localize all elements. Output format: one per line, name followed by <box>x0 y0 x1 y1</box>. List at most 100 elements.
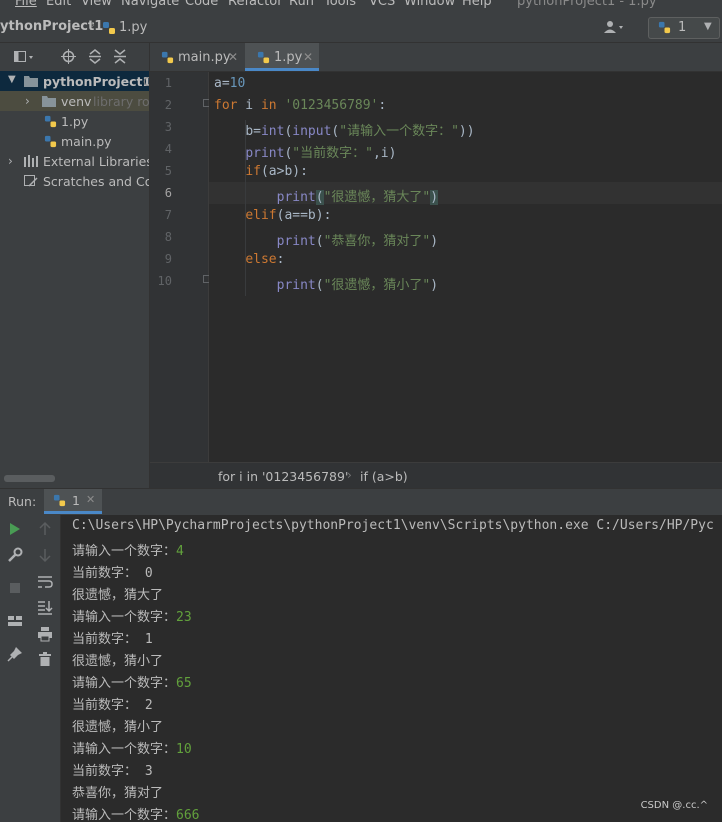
line-number: 4 <box>164 142 172 156</box>
code-token: "恭喜你，猜对了" <box>323 234 431 249</box>
soft-wrap-icon[interactable] <box>37 574 53 590</box>
code-token: : <box>276 252 285 267</box>
layout-icon[interactable] <box>7 613 23 629</box>
console-text: 请输入一个数字： <box>72 544 177 559</box>
python-file-icon <box>44 115 57 131</box>
run-tab[interactable]: 1 ✕ <box>44 489 102 514</box>
menu-window[interactable]: Window <box>404 0 455 9</box>
run-config-dropdown[interactable]: 1 ▼ <box>648 17 720 39</box>
menu-refactor[interactable]: Refactor <box>228 0 283 9</box>
close-icon[interactable]: ✕ <box>303 50 313 64</box>
line-number: 6 <box>164 186 172 200</box>
external-libraries-label: External Libraries <box>43 154 149 169</box>
stop-icon[interactable] <box>7 580 23 596</box>
line-number: 8 <box>164 230 172 244</box>
horizontal-scrollbar[interactable] <box>4 475 55 482</box>
console-input: 4 <box>176 544 184 559</box>
run-toolbar-secondary <box>30 515 61 822</box>
menu-tools[interactable]: Tools <box>324 0 356 9</box>
project-root-label: pythonProject1 <box>43 74 149 89</box>
tree-item-scratches[interactable]: Scratches and Cor <box>0 171 149 191</box>
code-token: "很遗憾，猜小了" <box>323 278 431 293</box>
menu-edit[interactable]: Edit <box>46 0 71 9</box>
close-icon[interactable]: ✕ <box>228 50 238 64</box>
code-token: elif <box>245 208 277 223</box>
code-line: for i in '0123456789': <box>214 98 386 113</box>
line-number: 1 <box>164 76 172 90</box>
python-file-icon <box>44 135 57 151</box>
console-line: 请输入一个数字：65 <box>72 672 192 691</box>
console-line: 当前数字： 1 <box>72 628 153 647</box>
console-line: 当前数字： 2 <box>72 694 153 713</box>
code-token: print <box>276 190 316 205</box>
down-arrow-icon[interactable] <box>37 547 53 563</box>
code-token: ) <box>430 190 439 205</box>
tab-1-py[interactable]: 1.py ✕ <box>245 43 319 71</box>
scroll-to-end-icon[interactable] <box>37 599 53 615</box>
code-token: for <box>214 98 238 113</box>
line-number: 9 <box>164 252 172 266</box>
tree-item-venv[interactable]: › venv library roo <box>0 91 149 111</box>
console-line: 恭喜你，猜对了 <box>72 782 163 801</box>
menu-navigate[interactable]: Navigate <box>121 0 179 9</box>
up-arrow-icon[interactable] <box>37 521 53 537</box>
wrench-icon[interactable] <box>7 547 23 563</box>
pin-icon[interactable] <box>7 646 23 662</box>
locate-icon[interactable] <box>61 49 76 67</box>
code-token: ) <box>430 278 439 293</box>
print-icon[interactable] <box>37 626 53 642</box>
venv-hint: library roo <box>93 94 149 109</box>
tab-main-py[interactable]: main.py ✕ <box>150 43 244 71</box>
collapse-all-icon[interactable] <box>113 49 127 67</box>
code-token: 10 <box>229 76 246 91</box>
tab-label: main.py <box>178 50 231 65</box>
code-token: ,i) <box>372 146 397 161</box>
tree-item-project-root[interactable]: ▼ pythonProject1 C <box>0 71 149 91</box>
console-line: 请输入一个数字：23 <box>72 606 192 625</box>
user-icon[interactable] <box>604 20 626 37</box>
tree-item-external-libraries[interactable]: › External Libraries <box>0 151 149 171</box>
code-line: print("当前数字：",i) <box>214 142 396 161</box>
tree-item-file[interactable]: 1.py <box>0 111 149 131</box>
menu-vcs[interactable]: VCS <box>369 0 395 9</box>
console-line: 很遗憾，猜大了 <box>72 584 163 603</box>
folder-icon <box>42 95 56 110</box>
menu-code[interactable]: Code <box>185 0 218 9</box>
breadcrumb-item-for[interactable]: for i in '0123456789' <box>218 469 348 484</box>
console-text: 很遗憾，猜大了 <box>72 588 164 603</box>
project-view-icon[interactable] <box>14 51 36 66</box>
console-line: 当前数字： 3 <box>72 760 153 779</box>
code-token: ) <box>430 234 439 249</box>
console-line: 很遗憾，猜小了 <box>72 650 163 669</box>
code-token: i <box>237 98 261 113</box>
console-input: 666 <box>176 808 200 822</box>
code-editor[interactable]: a=10 for i in '0123456789': b=int(input(… <box>209 72 722 462</box>
tree-item-file[interactable]: main.py <box>0 131 149 151</box>
console-line: 请输入一个数字：4 <box>72 540 184 559</box>
console-text: 请输入一个数字： <box>72 808 177 822</box>
code-token: input <box>292 124 332 139</box>
code-token: if <box>245 164 261 179</box>
nav-project[interactable]: ythonProject1 <box>0 19 103 34</box>
menu-file[interactable]: File <box>15 0 37 9</box>
python-config-icon <box>658 21 671 37</box>
run-console[interactable]: C:\Users\HP\PycharmProjects\pythonProjec… <box>61 515 722 822</box>
menu-help[interactable]: Help <box>462 0 492 9</box>
breadcrumb-item-if[interactable]: if (a>b) <box>360 469 408 484</box>
menu-view[interactable]: View <box>81 0 112 9</box>
close-icon[interactable]: ✕ <box>86 493 95 506</box>
rerun-icon[interactable] <box>7 521 23 537</box>
expand-all-icon[interactable] <box>88 49 102 67</box>
line-number: 2 <box>164 98 172 112</box>
trash-icon[interactable] <box>37 651 53 667</box>
run-toolbar <box>0 515 30 822</box>
scratches-icon <box>24 175 38 190</box>
menu-run[interactable]: Run <box>289 0 314 9</box>
python-file-icon <box>161 51 174 67</box>
nav-file[interactable]: 1.py <box>119 20 147 35</box>
console-text: 请输入一个数字： <box>72 610 177 625</box>
console-text: 请输入一个数字： <box>72 676 177 691</box>
folder-icon <box>24 75 38 90</box>
project-root-suffix: C <box>143 74 149 89</box>
python-run-icon <box>53 494 66 510</box>
